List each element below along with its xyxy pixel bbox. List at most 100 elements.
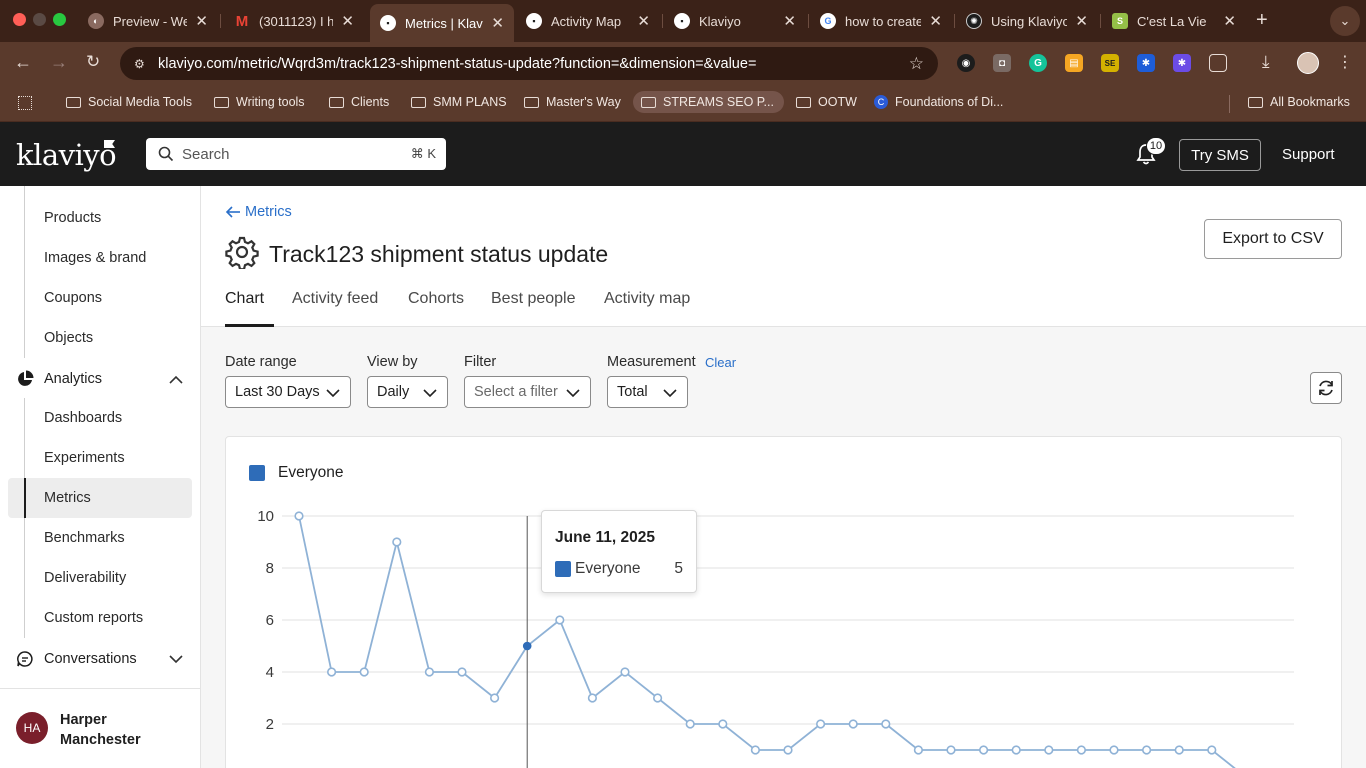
bookmark-folder[interactable]: OOTW bbox=[796, 95, 857, 109]
bookmark-label: All Bookmarks bbox=[1270, 95, 1350, 109]
sidebar-item-objects[interactable]: Objects bbox=[44, 330, 93, 346]
bookmark-folder[interactable]: Social Media Tools bbox=[66, 95, 192, 109]
clear-measurement-link[interactable]: Clear bbox=[705, 355, 736, 370]
tab-best-people[interactable]: Best people bbox=[491, 290, 576, 308]
measurement-select[interactable]: Total bbox=[607, 376, 688, 408]
folder-icon bbox=[214, 96, 229, 108]
tab-activity-map[interactable]: Activity map bbox=[604, 290, 690, 308]
bookmark-folder[interactable]: STREAMS SEO P... bbox=[633, 91, 784, 113]
sidebar-section-analytics[interactable]: Analytics bbox=[16, 370, 102, 388]
grammarly-icon[interactable]: G bbox=[1029, 54, 1047, 72]
chevron-down-icon[interactable] bbox=[168, 651, 184, 667]
browser-tab[interactable]: G how to create ✕ bbox=[810, 6, 952, 36]
measurement-value: Total bbox=[617, 384, 648, 400]
sidebar-section-conversations[interactable]: Conversations bbox=[16, 650, 137, 668]
tab-chart[interactable]: Chart bbox=[225, 290, 264, 308]
browser-tab[interactable]: S C'est La Vie ✕ bbox=[1102, 6, 1246, 36]
sidebar-item-benchmarks[interactable]: Benchmarks bbox=[44, 530, 125, 546]
sidebar-tree-line bbox=[24, 186, 25, 358]
close-tab-icon[interactable]: ✕ bbox=[1075, 12, 1088, 30]
sidebar-item-dashboards[interactable]: Dashboards bbox=[44, 410, 122, 426]
search-input[interactable]: Search ⌘ K bbox=[146, 138, 446, 170]
browser-tab[interactable]: ◐ Preview - We ✕ bbox=[78, 6, 218, 36]
back-arrow-icon[interactable]: ← bbox=[14, 52, 32, 73]
browser-tab-active[interactable]: ▪ Metrics | Klav ✕ bbox=[370, 4, 514, 42]
close-window-button[interactable] bbox=[13, 13, 26, 26]
close-tab-icon[interactable]: ✕ bbox=[637, 12, 650, 30]
close-tab-icon[interactable]: ✕ bbox=[783, 12, 796, 30]
klaviyo-logo[interactable]: klaviyo bbox=[16, 138, 117, 172]
sidebar-item-metrics[interactable]: Metrics bbox=[44, 490, 91, 506]
browser-tab[interactable]: M (3011123) I ha ✕ bbox=[224, 6, 364, 36]
try-sms-button[interactable]: Try SMS bbox=[1179, 139, 1261, 171]
download-icon[interactable]: ⤓ bbox=[1262, 52, 1270, 72]
tab-cohorts[interactable]: Cohorts bbox=[408, 290, 464, 308]
sidebar-item-deliverability[interactable]: Deliverability bbox=[44, 570, 126, 586]
filter-select[interactable]: Select a filter bbox=[464, 376, 591, 408]
gear-extension-icon[interactable]: ✱ bbox=[1173, 54, 1191, 72]
data-point bbox=[685, 719, 695, 729]
back-to-metrics-link[interactable]: Metrics bbox=[225, 204, 292, 220]
line-chart[interactable]: 10 8 6 4 2 bbox=[226, 437, 1343, 768]
bookmark-folder[interactable]: Master's Way bbox=[524, 95, 621, 109]
data-point bbox=[750, 745, 761, 755]
data-point bbox=[326, 667, 337, 677]
user-name[interactable]: Harper Manchester bbox=[60, 710, 170, 750]
data-point bbox=[457, 667, 467, 677]
forward-arrow-icon[interactable]: → bbox=[50, 52, 68, 73]
bookmark-folder[interactable]: Clients bbox=[329, 95, 389, 109]
browser-tab[interactable]: ▪ Activity Map ✕ bbox=[516, 6, 660, 36]
klaviyo-favicon-icon: ▪ bbox=[380, 15, 396, 31]
new-tab-icon[interactable]: + bbox=[1256, 9, 1268, 32]
bookmark-star-icon[interactable]: ☆ bbox=[909, 54, 924, 74]
bookmark-folder[interactable]: SMM PLANS bbox=[411, 95, 507, 109]
seo-extension-icon[interactable]: SE bbox=[1101, 54, 1119, 72]
folder-icon bbox=[411, 96, 426, 108]
sidebar-item-experiments[interactable]: Experiments bbox=[44, 450, 125, 466]
close-tab-icon[interactable]: ✕ bbox=[491, 14, 504, 32]
bookmark-folder[interactable]: Writing tools bbox=[214, 95, 305, 109]
all-bookmarks[interactable]: All Bookmarks bbox=[1248, 95, 1350, 109]
url-text[interactable]: klaviyo.com/metric/Wqrd3m/track123-shipm… bbox=[158, 56, 756, 72]
browser-tab[interactable]: ▪ Klaviyo ✕ bbox=[664, 6, 806, 36]
extension-icon[interactable]: ▤ bbox=[1065, 54, 1083, 72]
date-range-select[interactable]: Last 30 Days bbox=[225, 376, 351, 408]
data-point bbox=[848, 719, 858, 729]
bookmark-link[interactable]: C Foundations of Di... bbox=[874, 95, 1003, 109]
menu-kebab-icon[interactable]: ⋮ bbox=[1337, 52, 1353, 72]
close-tab-icon[interactable]: ✕ bbox=[341, 12, 354, 30]
data-point bbox=[1076, 745, 1087, 755]
chevron-up-icon[interactable] bbox=[168, 372, 184, 388]
profile-avatar[interactable] bbox=[1297, 52, 1319, 74]
refresh-button[interactable] bbox=[1310, 372, 1342, 404]
sidebar-item-products[interactable]: Products bbox=[44, 210, 101, 226]
gear-extension-icon[interactable]: ✱ bbox=[1137, 54, 1155, 72]
extension-icon[interactable]: ◉ bbox=[957, 54, 975, 72]
page-header: Metrics Track123 shipment status update … bbox=[201, 186, 1366, 327]
minimize-window-button[interactable] bbox=[33, 13, 46, 26]
sidebar-item-custom-reports[interactable]: Custom reports bbox=[44, 610, 143, 626]
puzzle-extensions-icon[interactable] bbox=[1209, 54, 1227, 72]
view-by-select[interactable]: Daily bbox=[367, 376, 448, 408]
camera-icon[interactable]: ◘ bbox=[993, 54, 1011, 72]
sidebar-item-coupons[interactable]: Coupons bbox=[44, 290, 102, 306]
data-point bbox=[1141, 745, 1152, 755]
apps-grid-icon[interactable] bbox=[18, 96, 32, 110]
close-tab-icon[interactable]: ✕ bbox=[195, 12, 208, 30]
sidebar-item-images-brand[interactable]: Images & brand bbox=[44, 250, 146, 266]
url-omnibox[interactable]: ⚙ klaviyo.com/metric/Wqrd3m/track123-shi… bbox=[120, 47, 938, 80]
tab-search-chevron-icon[interactable]: ⌄ bbox=[1330, 6, 1360, 36]
data-point bbox=[978, 745, 989, 755]
close-tab-icon[interactable]: ✕ bbox=[1223, 12, 1236, 30]
browser-tab[interactable]: ✺ Using Klaviyo ✕ bbox=[956, 6, 1098, 36]
close-tab-icon[interactable]: ✕ bbox=[929, 12, 942, 30]
tab-title: Metrics | Klav bbox=[405, 15, 483, 31]
tab-title: Activity Map bbox=[551, 13, 622, 29]
reload-icon[interactable]: ↻ bbox=[86, 52, 100, 72]
site-settings-icon[interactable]: ⚙ bbox=[134, 57, 148, 71]
export-csv-button[interactable]: Export to CSV bbox=[1204, 219, 1342, 259]
tab-activity-feed[interactable]: Activity feed bbox=[292, 290, 378, 308]
support-link[interactable]: Support bbox=[1282, 146, 1335, 163]
avatar[interactable]: HA bbox=[16, 712, 48, 744]
maximize-window-button[interactable] bbox=[53, 13, 66, 26]
